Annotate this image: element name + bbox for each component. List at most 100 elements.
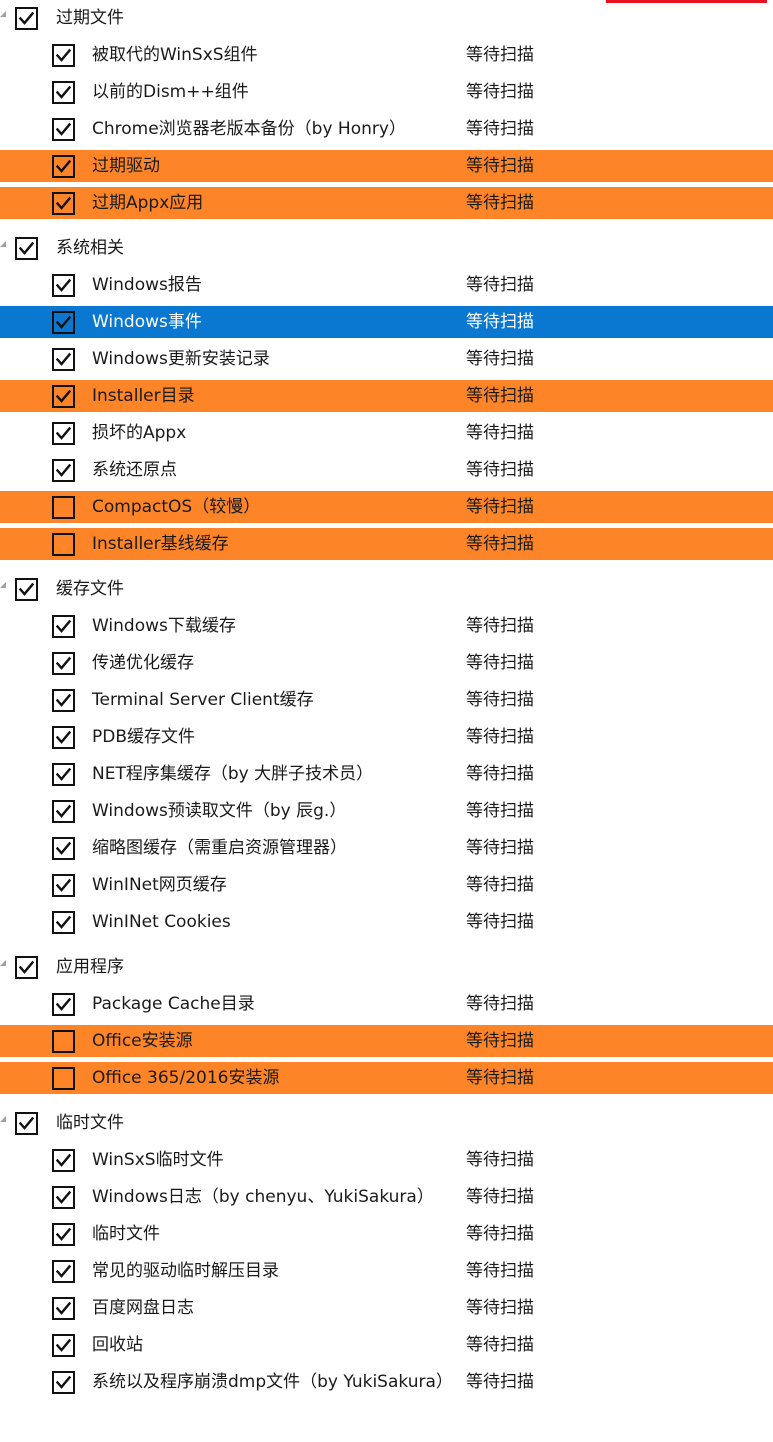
item-status: 等待扫描	[466, 45, 534, 65]
group-header[interactable]: 应用程序	[0, 949, 773, 986]
item-checkbox[interactable]	[52, 155, 75, 178]
item-checkbox[interactable]	[52, 44, 75, 67]
item-checkbox[interactable]	[52, 422, 75, 445]
expand-triangle-icon[interactable]	[0, 582, 6, 588]
item-checkbox[interactable]	[52, 81, 75, 104]
item-status: 等待扫描	[466, 1187, 534, 1207]
group-checkbox[interactable]	[15, 1112, 38, 1135]
item-status: 等待扫描	[466, 764, 534, 784]
list-item[interactable]: Installer基线缓存 等待扫描	[0, 526, 773, 563]
checkmark-icon	[55, 122, 72, 136]
item-checkbox[interactable]	[52, 311, 75, 334]
item-checkbox[interactable]	[52, 118, 75, 141]
item-checkbox[interactable]	[52, 1186, 75, 1209]
item-status: 等待扫描	[466, 1031, 534, 1051]
item-checkbox[interactable]	[52, 763, 75, 786]
list-item[interactable]: Package Cache目录 等待扫描	[0, 986, 773, 1023]
item-checkbox[interactable]	[52, 459, 75, 482]
list-item[interactable]: Installer目录 等待扫描	[0, 378, 773, 415]
list-item[interactable]: 系统以及程序崩溃dmp文件（by YukiSakura） 等待扫描	[0, 1364, 773, 1401]
item-label: Windows更新安装记录	[92, 349, 270, 369]
item-checkbox[interactable]	[52, 1260, 75, 1283]
item-checkbox[interactable]	[52, 1030, 75, 1053]
list-item[interactable]: 百度网盘日志 等待扫描	[0, 1290, 773, 1327]
item-status: 等待扫描	[466, 349, 534, 369]
item-checkbox[interactable]	[52, 1067, 75, 1090]
group-header[interactable]: 临时文件	[0, 1105, 773, 1142]
item-label: 临时文件	[92, 1224, 160, 1244]
item-label: Office 365/2016安装源	[92, 1068, 280, 1088]
item-status: 等待扫描	[466, 460, 534, 480]
expand-triangle-icon[interactable]	[0, 960, 6, 966]
group-checkbox[interactable]	[15, 956, 38, 979]
checkmark-icon	[18, 960, 35, 974]
item-checkbox[interactable]	[52, 837, 75, 860]
item-checkbox[interactable]	[52, 348, 75, 371]
item-checkbox[interactable]	[52, 533, 75, 556]
list-item[interactable]: 过期Appx应用 等待扫描	[0, 185, 773, 222]
list-item[interactable]: Windows下载缓存 等待扫描	[0, 608, 773, 645]
item-checkbox[interactable]	[52, 726, 75, 749]
item-checkbox[interactable]	[52, 1297, 75, 1320]
list-item[interactable]: 缩略图缓存（需重启资源管理器） 等待扫描	[0, 830, 773, 867]
list-item[interactable]: Windows更新安装记录 等待扫描	[0, 341, 773, 378]
item-checkbox[interactable]	[52, 1334, 75, 1357]
list-item[interactable]: WinSxS临时文件 等待扫描	[0, 1142, 773, 1179]
item-checkbox[interactable]	[52, 496, 75, 519]
item-checkbox[interactable]	[52, 689, 75, 712]
list-item[interactable]: Chrome浏览器老版本备份（by Honry） 等待扫描	[0, 111, 773, 148]
list-item[interactable]: 传递优化缓存 等待扫描	[0, 645, 773, 682]
group-header[interactable]: 系统相关	[0, 230, 773, 267]
group-checkbox[interactable]	[15, 7, 38, 30]
group-label: 缓存文件	[56, 579, 124, 599]
item-label: 缩略图缓存（需重启资源管理器）	[92, 838, 347, 858]
expand-triangle-icon[interactable]	[0, 241, 6, 247]
group-header[interactable]: 缓存文件	[0, 571, 773, 608]
item-checkbox[interactable]	[52, 874, 75, 897]
item-checkbox[interactable]	[52, 993, 75, 1016]
list-item[interactable]: Windows报告 等待扫描	[0, 267, 773, 304]
item-checkbox[interactable]	[52, 615, 75, 638]
list-item[interactable]: 回收站 等待扫描	[0, 1327, 773, 1364]
group-header[interactable]: 过期文件	[0, 0, 773, 37]
item-checkbox[interactable]	[52, 1223, 75, 1246]
list-item[interactable]: PDB缓存文件 等待扫描	[0, 719, 773, 756]
list-item[interactable]: 以前的Dism++组件 等待扫描	[0, 74, 773, 111]
checkmark-icon	[55, 315, 72, 329]
list-item[interactable]: Windows事件 等待扫描	[0, 304, 773, 341]
expand-triangle-icon[interactable]	[0, 11, 6, 17]
list-item[interactable]: Windows预读取文件（by 辰g.） 等待扫描	[0, 793, 773, 830]
list-item[interactable]: WinINet网页缓存 等待扫描	[0, 867, 773, 904]
list-item[interactable]: 过期驱动 等待扫描	[0, 148, 773, 185]
list-item[interactable]: 系统还原点 等待扫描	[0, 452, 773, 489]
list-item[interactable]: 临时文件 等待扫描	[0, 1216, 773, 1253]
list-item[interactable]: 被取代的WinSxS组件 等待扫描	[0, 37, 773, 74]
item-checkbox[interactable]	[52, 274, 75, 297]
checkmark-icon	[18, 11, 35, 25]
list-item[interactable]: Office安装源 等待扫描	[0, 1023, 773, 1060]
list-item[interactable]: Windows日志（by chenyu、YukiSakura） 等待扫描	[0, 1179, 773, 1216]
item-checkbox[interactable]	[52, 652, 75, 675]
item-label: Windows报告	[92, 275, 202, 295]
item-label: WinINet网页缓存	[92, 875, 227, 895]
item-checkbox[interactable]	[52, 192, 75, 215]
item-checkbox[interactable]	[52, 385, 75, 408]
list-item[interactable]: Office 365/2016安装源 等待扫描	[0, 1060, 773, 1097]
expand-triangle-icon[interactable]	[0, 1116, 6, 1122]
item-status: 等待扫描	[466, 119, 534, 139]
list-item[interactable]: 常见的驱动临时解压目录 等待扫描	[0, 1253, 773, 1290]
item-checkbox[interactable]	[52, 1371, 75, 1394]
item-label: Office安装源	[92, 1031, 193, 1051]
list-item[interactable]: NET程序集缓存（by 大胖子技术员） 等待扫描	[0, 756, 773, 793]
group-checkbox[interactable]	[15, 237, 38, 260]
item-checkbox[interactable]	[52, 911, 75, 934]
list-item[interactable]: Terminal Server Client缓存 等待扫描	[0, 682, 773, 719]
item-checkbox[interactable]	[52, 1149, 75, 1172]
group-checkbox[interactable]	[15, 578, 38, 601]
checkmark-icon	[55, 196, 72, 210]
list-item[interactable]: WinINet Cookies 等待扫描	[0, 904, 773, 941]
list-item[interactable]: 损坏的Appx 等待扫描	[0, 415, 773, 452]
list-item[interactable]: CompactOS（较慢） 等待扫描	[0, 489, 773, 526]
item-checkbox[interactable]	[52, 800, 75, 823]
